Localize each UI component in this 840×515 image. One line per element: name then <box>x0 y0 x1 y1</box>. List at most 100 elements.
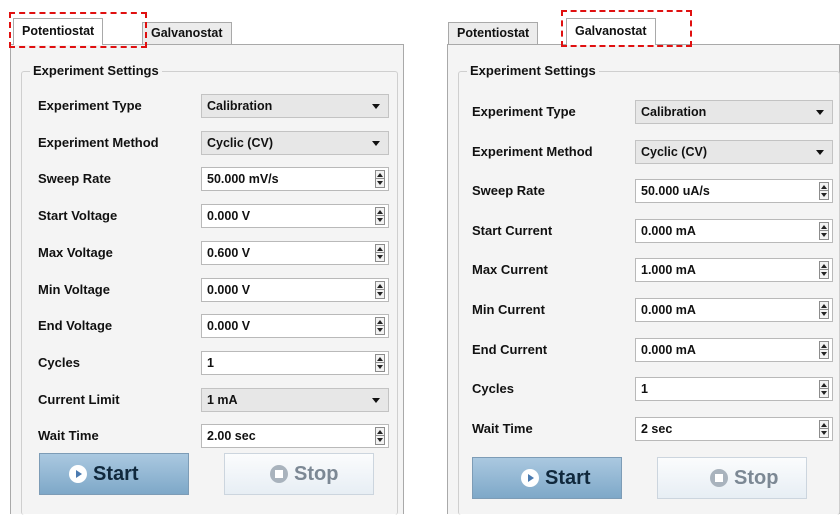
wait-time-spinner[interactable]: 2.00 sec <box>201 424 389 449</box>
chevron-down-icon[interactable] <box>372 140 380 146</box>
group-title: Experiment Settings <box>30 63 162 79</box>
spin-up-icon[interactable] <box>821 343 827 348</box>
spin-divider <box>376 215 384 217</box>
spin-divider <box>376 435 384 437</box>
tab-potentiostat[interactable]: Potentiostat <box>13 18 104 45</box>
spin-buttons[interactable] <box>819 221 829 240</box>
spin-buttons[interactable] <box>375 207 385 226</box>
experiment-type-value: Calibration <box>207 99 273 113</box>
spin-divider <box>820 229 828 231</box>
tab-galvanostat[interactable]: Galvanostat <box>142 22 232 44</box>
start-voltage-label: Start Voltage <box>38 208 118 224</box>
tab-label: Potentiostat <box>22 24 95 38</box>
spin-down-icon[interactable] <box>821 351 827 356</box>
max-current-spinner[interactable]: 1.000 mA <box>635 258 833 283</box>
tab-label: Galvanostat <box>151 26 223 40</box>
wait-time-spinner[interactable]: 2 sec <box>635 416 833 441</box>
spin-buttons[interactable] <box>819 340 829 359</box>
spin-buttons[interactable] <box>819 419 829 438</box>
start-voltage-value: 0.000 V <box>207 209 251 224</box>
cycles-spinner[interactable]: 1 <box>635 377 833 402</box>
spin-down-icon[interactable] <box>377 438 383 443</box>
current-limit-dropdown[interactable]: 1 mA <box>201 387 389 412</box>
stop-button[interactable]: Stop <box>657 457 807 499</box>
min-current-label: Min Current <box>472 302 545 317</box>
spin-down-icon[interactable] <box>377 291 383 296</box>
spin-down-icon[interactable] <box>377 328 383 333</box>
spin-up-icon[interactable] <box>377 356 383 361</box>
spin-divider <box>820 190 828 192</box>
experiment-method-value: Cyclic (CV) <box>641 144 707 159</box>
end-current-spinner[interactable]: 0.000 mA <box>635 337 833 362</box>
spin-down-icon[interactable] <box>821 312 827 316</box>
spin-buttons[interactable] <box>819 301 829 319</box>
min-voltage-spinner[interactable]: 0.000 V <box>201 277 389 302</box>
experiment-type-dropdown[interactable]: Calibration <box>635 100 833 124</box>
sweep-rate-label: Sweep Rate <box>38 171 111 187</box>
spin-buttons[interactable] <box>819 380 829 399</box>
max-voltage-spinner[interactable]: 0.600 V <box>201 240 389 265</box>
spin-down-icon[interactable] <box>377 218 383 223</box>
experiment-type-dropdown[interactable]: Calibration <box>201 94 389 118</box>
end-voltage-spinner[interactable]: 0.000 V <box>201 314 389 339</box>
spin-buttons[interactable] <box>375 353 385 372</box>
experiment-method-label: Experiment Method <box>38 134 159 150</box>
spin-up-icon[interactable] <box>377 320 383 325</box>
experiment-method-dropdown[interactable]: Cyclic (CV) <box>635 139 833 164</box>
spin-up-icon[interactable] <box>377 430 383 435</box>
start-current-spinner[interactable]: 0.000 mA <box>635 218 833 243</box>
spin-down-icon[interactable] <box>377 181 383 186</box>
spin-buttons[interactable] <box>375 243 385 262</box>
spin-divider <box>376 361 384 363</box>
min-current-spinner[interactable]: 0.000 mA <box>635 298 833 322</box>
spin-down-icon[interactable] <box>821 232 827 237</box>
sweep-rate-spinner[interactable]: 50.000 uA/s <box>635 179 833 204</box>
spin-buttons[interactable] <box>375 317 385 336</box>
spin-buttons[interactable] <box>819 182 829 201</box>
spin-up-icon[interactable] <box>377 283 383 288</box>
spin-up-icon[interactable] <box>821 304 827 308</box>
spin-buttons[interactable] <box>375 280 385 299</box>
chevron-down-icon[interactable] <box>816 110 824 115</box>
spin-up-icon[interactable] <box>377 210 383 215</box>
start-button[interactable]: Start <box>472 457 622 499</box>
spin-buttons[interactable] <box>819 261 829 280</box>
spin-up-icon[interactable] <box>377 246 383 251</box>
end-voltage-value: 0.000 V <box>207 319 251 334</box>
spin-up-icon[interactable] <box>821 185 827 190</box>
cycles-value: 1 <box>641 382 648 397</box>
spin-divider <box>820 348 828 350</box>
chevron-down-icon[interactable] <box>816 149 824 155</box>
chevron-down-icon[interactable] <box>372 104 380 109</box>
stop-button[interactable]: Stop <box>224 453 374 495</box>
wait-time-value: 2 sec <box>641 421 673 436</box>
experiment-method-dropdown[interactable]: Cyclic (CV) <box>201 130 389 155</box>
spin-buttons[interactable] <box>375 170 385 189</box>
spin-up-icon[interactable] <box>821 264 827 269</box>
experiment-type-label: Experiment Type <box>38 98 142 113</box>
spin-down-icon[interactable] <box>377 254 383 259</box>
spin-down-icon[interactable] <box>821 272 827 277</box>
spin-up-icon[interactable] <box>377 173 383 178</box>
end-current-value: 0.000 mA <box>641 342 696 357</box>
spin-up-icon[interactable] <box>821 422 827 427</box>
stop-icon <box>710 469 728 487</box>
cycles-spinner[interactable]: 1 <box>201 350 389 375</box>
spin-down-icon[interactable] <box>821 391 827 396</box>
spin-up-icon[interactable] <box>821 383 827 388</box>
spin-down-icon[interactable] <box>377 364 383 369</box>
experiment-method-value: Cyclic (CV) <box>207 135 273 150</box>
start-voltage-spinner[interactable]: 0.000 V <box>201 204 389 229</box>
sweep-rate-spinner[interactable]: 50.000 mV/s <box>201 167 389 192</box>
tab-galvanostat[interactable]: Galvanostat <box>566 18 656 45</box>
spin-down-icon[interactable] <box>821 193 827 198</box>
spin-up-icon[interactable] <box>821 224 827 229</box>
stop-label: Stop <box>734 467 779 489</box>
spin-buttons[interactable] <box>375 427 385 446</box>
tab-potentiostat[interactable]: Potentiostat <box>448 22 539 44</box>
spin-down-icon[interactable] <box>821 430 827 435</box>
start-button[interactable]: Start <box>39 453 189 495</box>
chevron-down-icon[interactable] <box>372 397 380 403</box>
spin-divider <box>820 269 828 271</box>
wait-time-label: Wait Time <box>472 420 533 436</box>
